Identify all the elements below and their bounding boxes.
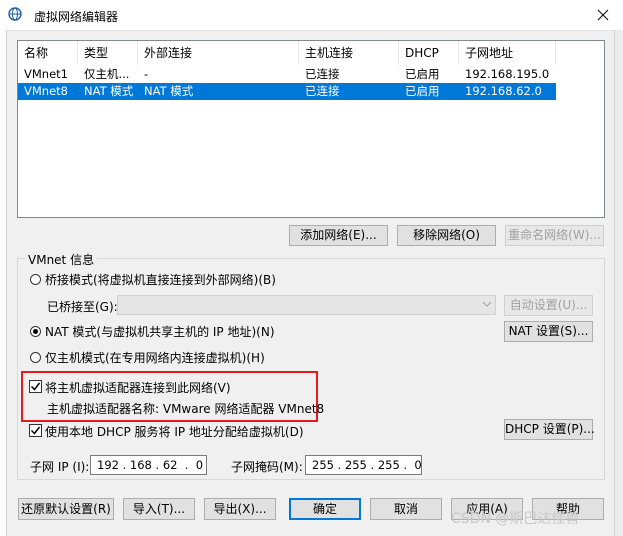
bridged-mode-label: 桥接模式(将虚拟机直接连接到外部网络)(B) bbox=[45, 273, 276, 287]
subnet-ip-input[interactable]: 192 . 168 . 62 . 0 bbox=[90, 455, 207, 475]
nat-mode-label: NAT 模式(与虚拟机共享主机的 IP 地址)(N) bbox=[45, 325, 275, 339]
column-header-subnet[interactable]: 子网地址 bbox=[459, 41, 556, 65]
remove-network-button[interactable]: 移除网络(O) bbox=[397, 225, 496, 246]
cell-subnet: 192.168.62.0 bbox=[465, 84, 542, 98]
nat-mode-radio[interactable] bbox=[30, 326, 41, 337]
subnet-mask-label: 子网掩码(M): bbox=[231, 460, 303, 474]
connect-adapter-checkbox[interactable] bbox=[29, 380, 42, 393]
ok-button[interactable]: 确定 bbox=[289, 498, 361, 520]
watermark-text: CSDN @斯巴达怪兽 bbox=[451, 511, 580, 527]
bridged-to-select[interactable] bbox=[117, 295, 496, 315]
cell-type: 仅主机... bbox=[84, 67, 130, 81]
cell-name: VMnet8 bbox=[24, 84, 68, 98]
table-row[interactable]: VMnet1 仅主机... - 已连接 已启用 192.168.195.0 bbox=[18, 66, 556, 83]
network-globe-icon bbox=[8, 7, 22, 21]
dhcp-label: 使用本地 DHCP 服务将 IP 地址分配给虚拟机(D) bbox=[45, 425, 304, 439]
rename-network-button[interactable]: 重命名网络(W)... bbox=[505, 225, 604, 246]
dhcp-checkbox[interactable] bbox=[29, 424, 42, 437]
cell-type: NAT 模式 bbox=[84, 84, 134, 98]
dhcp-settings-button[interactable]: DHCP 设置(P)... bbox=[504, 419, 595, 440]
export-button[interactable]: 导出(X)... bbox=[204, 498, 276, 520]
connect-adapter-label: 将主机虚拟适配器连接到此网络(V) bbox=[45, 381, 231, 395]
restore-defaults-button[interactable]: 还原默认设置(R) bbox=[18, 498, 114, 520]
cell-host: 已连接 bbox=[305, 84, 340, 98]
cell-name: VMnet1 bbox=[24, 67, 68, 81]
background-window-edge bbox=[614, 30, 623, 536]
add-network-button[interactable]: 添加网络(E)... bbox=[289, 225, 388, 246]
cell-dhcp: 已启用 bbox=[405, 67, 440, 81]
host-only-label: 仅主机模式(在专用网络内连接虚拟机)(H) bbox=[45, 351, 265, 365]
import-button[interactable]: 导入(T)... bbox=[123, 498, 195, 520]
cell-dhcp: 已启用 bbox=[405, 84, 440, 98]
bridged-to-label: 已桥接至(G): bbox=[47, 300, 118, 314]
bridged-mode-radio[interactable] bbox=[30, 274, 41, 285]
cell-external: - bbox=[144, 67, 149, 81]
window-title: 虚拟网络编辑器 bbox=[34, 10, 119, 24]
checkmark-icon bbox=[30, 382, 41, 391]
network-list[interactable]: 名称 类型 外部连接 主机连接 DHCP 子网地址 VMnet1 仅主机... … bbox=[17, 40, 605, 218]
adapter-name-text: 主机虚拟适配器名称: VMware 网络适配器 VMnet8 bbox=[47, 402, 325, 416]
subnet-mask-input[interactable]: 255 . 255 . 255 . 0 bbox=[305, 455, 422, 475]
host-only-radio[interactable] bbox=[30, 352, 41, 363]
column-header-name[interactable]: 名称 bbox=[18, 41, 78, 65]
cell-subnet: 192.168.195.0 bbox=[465, 67, 550, 81]
auto-settings-button[interactable]: 自动设置(U)... bbox=[504, 295, 593, 316]
cancel-button[interactable]: 取消 bbox=[370, 498, 442, 520]
column-header-type[interactable]: 类型 bbox=[78, 41, 138, 65]
close-button[interactable] bbox=[583, 0, 623, 30]
column-header-dhcp[interactable]: DHCP bbox=[399, 41, 459, 65]
subnet-ip-label: 子网 IP (I): bbox=[30, 460, 90, 474]
chevron-down-icon bbox=[482, 301, 492, 307]
group-title: VMnet 信息 bbox=[25, 251, 98, 268]
column-header-host[interactable]: 主机连接 bbox=[299, 41, 399, 65]
table-row-selected[interactable]: VMnet8 NAT 模式 NAT 模式 已连接 已启用 192.168.62.… bbox=[18, 83, 556, 100]
cell-external: NAT 模式 bbox=[144, 84, 194, 98]
vmnet-info-group bbox=[17, 258, 605, 480]
close-icon bbox=[597, 9, 609, 21]
checkmark-icon bbox=[30, 426, 41, 435]
column-header-external[interactable]: 外部连接 bbox=[138, 41, 299, 65]
nat-settings-button[interactable]: NAT 设置(S)... bbox=[504, 321, 593, 342]
cell-host: 已连接 bbox=[305, 67, 340, 81]
background-window-edge bbox=[0, 30, 7, 536]
